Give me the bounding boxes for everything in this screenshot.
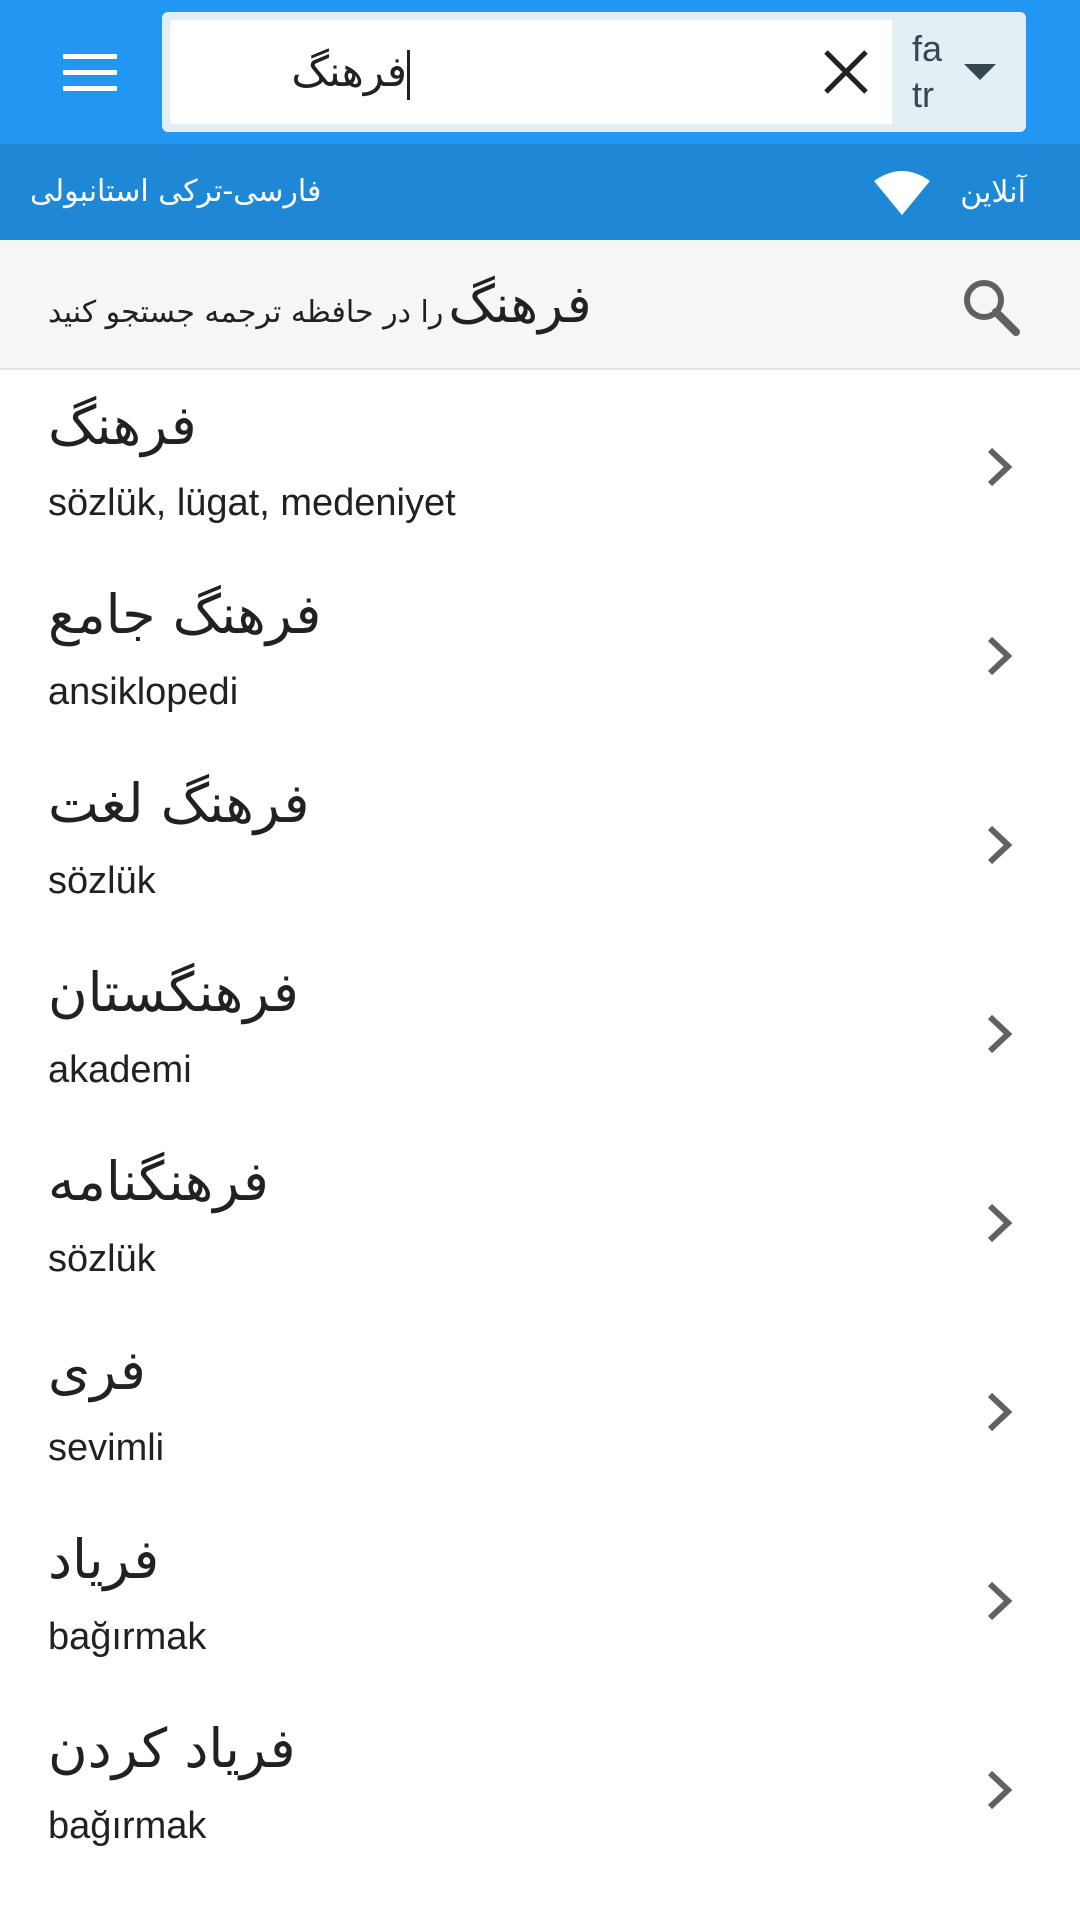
result-translation: bağırmak bbox=[48, 1616, 207, 1658]
chevron-right-icon bbox=[987, 447, 1013, 487]
result-source-word: فریاد کردن bbox=[48, 1717, 296, 1780]
result-source-word: فرهنگ جامع bbox=[48, 583, 322, 646]
chevron-right-icon bbox=[987, 1581, 1013, 1621]
chevron-right-icon bbox=[987, 1014, 1013, 1054]
result-translation: sözlük bbox=[48, 1238, 156, 1280]
tm-search-word: فرهنگ bbox=[448, 275, 592, 335]
list-item[interactable]: فری sevimli bbox=[0, 1317, 1080, 1506]
chevron-right-icon bbox=[987, 1392, 1013, 1432]
search-box: فرهنگ fa tr bbox=[162, 12, 1026, 132]
result-source-word: فریاد bbox=[48, 1528, 160, 1591]
wifi-icon bbox=[874, 171, 931, 215]
chevron-right-icon bbox=[987, 1770, 1013, 1810]
connection-label: آنلاین bbox=[960, 174, 1026, 210]
search-value: فرهنگ bbox=[291, 47, 407, 96]
list-item[interactable]: فرهنگستان akademi bbox=[0, 939, 1080, 1128]
result-source-word: فرهنگستان bbox=[48, 961, 299, 1024]
chevron-right-icon bbox=[987, 1203, 1013, 1243]
close-icon[interactable] bbox=[816, 42, 876, 102]
result-translation: sözlük, lügat, medeniyet bbox=[48, 482, 456, 524]
list-item[interactable]: فرهنگ sözlük, lügat, medeniyet bbox=[0, 372, 1080, 561]
result-source-word: فرهنگ لغت bbox=[48, 772, 310, 835]
result-translation: akademi bbox=[48, 1049, 192, 1091]
result-source-word: فرهنگ bbox=[48, 394, 197, 457]
chevron-right-icon bbox=[987, 825, 1013, 865]
app-bar: فرهنگ fa tr bbox=[0, 0, 1080, 144]
translation-memory-search[interactable]: فرهنگ را در حافظه ترجمه جستجو کنید bbox=[0, 240, 1080, 370]
result-source-word: فرهنگنامه bbox=[48, 1150, 269, 1213]
tm-search-suffix: را در حافظه ترجمه جستجو کنید bbox=[48, 295, 444, 330]
menu-icon[interactable] bbox=[48, 40, 132, 104]
result-translation: bağırmak bbox=[48, 1805, 207, 1847]
result-translation: ansiklopedi bbox=[48, 671, 239, 713]
list-item[interactable]: فریاد کردن bağırmak bbox=[0, 1695, 1080, 1884]
result-translation: sevimli bbox=[48, 1427, 165, 1469]
list-item[interactable]: فریاد bağırmak bbox=[0, 1506, 1080, 1695]
text-caret bbox=[407, 49, 410, 100]
result-translation: sözlük bbox=[48, 860, 156, 902]
tm-search-label: فرهنگ را در حافظه ترجمه جستجو کنید bbox=[48, 240, 592, 370]
language-codes: fa tr bbox=[912, 26, 962, 118]
list-item[interactable]: فرهنگ لغت sözlük bbox=[0, 750, 1080, 939]
source-language: fa bbox=[912, 28, 943, 69]
search-icon[interactable] bbox=[960, 276, 1024, 340]
status-bar: فارسی-ترکی استانبولی آنلاین bbox=[0, 144, 1080, 240]
list-item[interactable]: فرهنگنامه sözlük bbox=[0, 1128, 1080, 1317]
connection-status: آنلاین bbox=[874, 144, 1026, 240]
target-language: tr bbox=[912, 74, 934, 115]
list-item[interactable]: فرهنگ جامع ansiklopedi bbox=[0, 561, 1080, 750]
dictionary-name: فارسی-ترکی استانبولی bbox=[30, 174, 322, 209]
search-input[interactable]: فرهنگ bbox=[170, 20, 892, 124]
result-source-word: فری bbox=[48, 1339, 146, 1402]
dropdown-arrow-icon bbox=[964, 64, 996, 80]
language-pair-selector[interactable]: fa tr bbox=[892, 12, 1026, 132]
chevron-right-icon bbox=[987, 636, 1013, 676]
results-list: فرهنگ sözlük, lügat, medeniyet فرهنگ جامع a… bbox=[0, 372, 1080, 1884]
